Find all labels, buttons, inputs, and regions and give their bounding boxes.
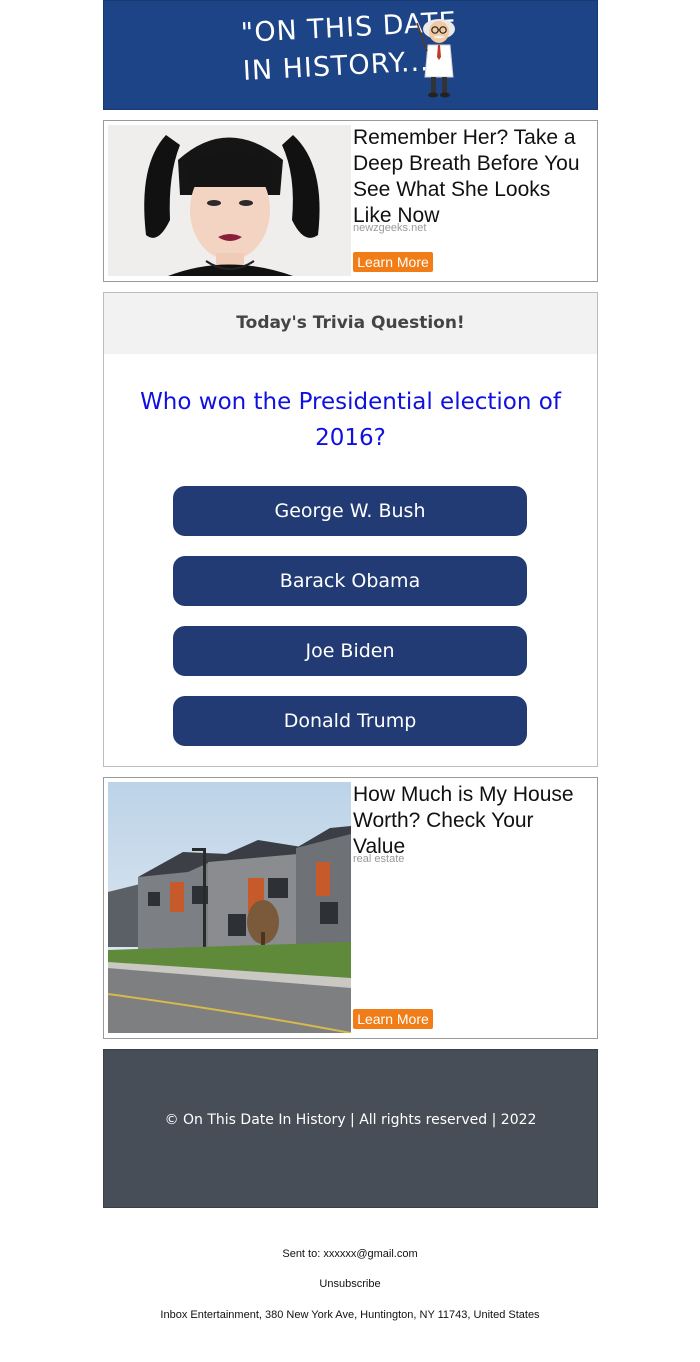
trivia-heading: Today's Trivia Question! (104, 293, 597, 354)
answer-button-barack-obama[interactable]: Barack Obama (173, 556, 527, 606)
sponsored-ad-bottom[interactable]: How Much is My House Worth? Check Your V… (103, 777, 598, 1039)
ad-source: newzgeeks.net (353, 222, 427, 234)
trivia-question: Who won the Presidential election of 201… (140, 389, 561, 451)
answer-button-joe-biden[interactable]: Joe Biden (173, 626, 527, 676)
sent-to-text: Sent to: xxxxxx@gmail.com (282, 1248, 418, 1260)
answer-button-donald-trump[interactable]: Donald Trump (173, 696, 527, 746)
sponsored-ad-top[interactable]: Remember Her? Take a Deep Breath Before … (103, 120, 598, 282)
learn-more-button[interactable]: Learn More (353, 252, 433, 272)
ad-source: real estate (353, 853, 405, 865)
copyright-text: © On This Date In History | All rights r… (164, 1112, 537, 1128)
ad-headline[interactable]: How Much is My House Worth? Check Your V… (353, 782, 589, 860)
learn-more-button[interactable]: Learn More (353, 1009, 433, 1029)
answer-list: George W. Bush Barack Obama Joe Biden Do… (173, 486, 527, 766)
unsubscribe-link[interactable]: Unsubscribe (0, 1278, 700, 1290)
professor-mascot-icon (416, 19, 455, 98)
email-header: "ON THIS DATE IN HISTORY..." (103, 0, 598, 110)
ad-image-houses[interactable] (108, 782, 351, 1033)
trivia-card: Today's Trivia Question! Who won the Pre… (103, 292, 598, 767)
ad-image-portrait[interactable] (108, 125, 351, 276)
email-footer: © On This Date In History | All rights r… (103, 1049, 598, 1208)
ad-headline[interactable]: Remember Her? Take a Deep Breath Before … (353, 125, 589, 229)
sender-address: Inbox Entertainment, 380 New York Ave, H… (160, 1309, 540, 1321)
answer-button-george-w-bush[interactable]: George W. Bush (173, 486, 527, 536)
houses-photo-icon (108, 782, 351, 1033)
portrait-photo-icon (108, 125, 351, 276)
